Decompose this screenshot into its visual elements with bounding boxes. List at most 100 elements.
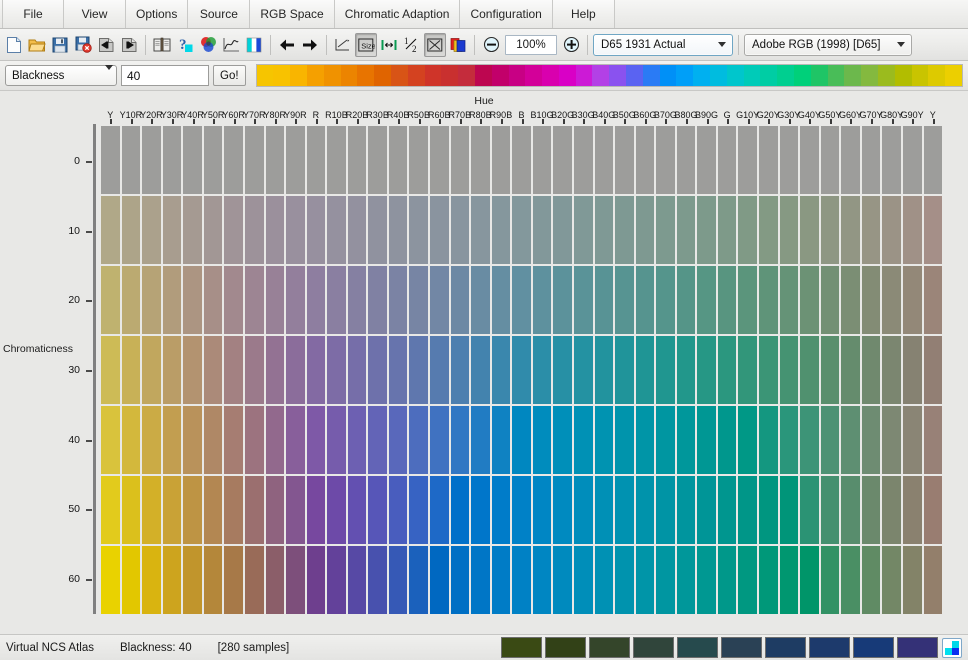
color-swatch[interactable] (430, 266, 449, 334)
color-swatch[interactable] (676, 126, 696, 194)
zoom-in-icon[interactable] (560, 33, 582, 57)
color-swatch[interactable] (142, 336, 161, 404)
color-swatch[interactable] (800, 266, 819, 334)
recent-color-swatches[interactable] (501, 637, 938, 659)
hue-strip-segment[interactable] (592, 65, 610, 86)
color-swatch[interactable] (697, 266, 716, 334)
color-swatch[interactable] (717, 336, 737, 404)
recent-color-swatch[interactable] (721, 637, 762, 658)
color-swatch[interactable] (800, 126, 819, 194)
hue-strip-segment[interactable] (407, 65, 425, 86)
hue-strip-segment[interactable] (676, 65, 694, 86)
color-swatch[interactable] (347, 546, 367, 614)
color-swatch[interactable] (368, 266, 387, 334)
color-swatch[interactable] (491, 196, 511, 264)
color-swatch[interactable] (635, 126, 655, 194)
color-swatch[interactable] (676, 546, 696, 614)
color-swatch[interactable] (841, 336, 860, 404)
color-picker-button[interactable] (942, 637, 962, 658)
color-swatch[interactable] (759, 336, 778, 404)
menu-view[interactable]: View (64, 0, 126, 28)
color-swatch[interactable] (882, 406, 901, 474)
color-swatch[interactable] (162, 196, 182, 264)
color-swatch[interactable] (306, 126, 326, 194)
color-swatch[interactable] (327, 406, 346, 474)
color-swatch[interactable] (388, 406, 408, 474)
color-swatch[interactable] (430, 476, 449, 544)
color-swatch[interactable] (615, 266, 634, 334)
hue-strip-segment[interactable] (626, 65, 643, 86)
color-swatch[interactable] (573, 336, 593, 404)
color-swatch[interactable] (409, 546, 428, 614)
color-swatch[interactable] (183, 546, 202, 614)
color-swatch[interactable] (265, 406, 285, 474)
color-bars-icon[interactable] (243, 33, 265, 57)
page-previous-icon[interactable] (95, 33, 117, 57)
hue-strip-segment[interactable] (878, 65, 895, 86)
hue-strip-segment[interactable] (945, 65, 963, 86)
color-swatch[interactable] (491, 126, 511, 194)
color-swatch[interactable] (162, 476, 182, 544)
color-swatch[interactable] (121, 336, 141, 404)
color-swatch[interactable] (430, 126, 449, 194)
color-swatch[interactable] (594, 336, 614, 404)
forward-arrow-icon[interactable] (299, 33, 321, 57)
color-swatch[interactable] (306, 406, 326, 474)
color-sample-grid[interactable] (100, 126, 943, 614)
color-swatch[interactable] (224, 406, 243, 474)
open-folder-icon[interactable] (26, 33, 48, 57)
color-swatch[interactable] (676, 336, 696, 404)
back-arrow-icon[interactable] (276, 33, 298, 57)
color-swatch[interactable] (203, 476, 223, 544)
color-swatch[interactable] (409, 126, 428, 194)
hue-strip-segment[interactable] (911, 65, 929, 86)
color-swatch[interactable] (861, 336, 881, 404)
color-swatch[interactable] (676, 476, 696, 544)
color-swatch[interactable] (327, 196, 346, 264)
recent-color-swatch[interactable] (765, 637, 806, 658)
color-swatch[interactable] (286, 546, 305, 614)
color-swatch[interactable] (717, 266, 737, 334)
hue-strip-segment[interactable] (290, 65, 307, 86)
color-swatch[interactable] (388, 336, 408, 404)
color-swatch[interactable] (409, 336, 428, 404)
color-swatch[interactable] (594, 126, 614, 194)
color-swatch[interactable] (306, 476, 326, 544)
color-swatch[interactable] (615, 126, 634, 194)
color-swatch[interactable] (306, 266, 326, 334)
color-swatch[interactable] (286, 196, 305, 264)
color-swatch[interactable] (306, 196, 326, 264)
color-swatch[interactable] (738, 196, 757, 264)
color-swatch[interactable] (882, 476, 901, 544)
color-swatch[interactable] (882, 196, 901, 264)
color-swatch[interactable] (861, 266, 881, 334)
hue-strip-segment[interactable] (458, 65, 475, 86)
color-swatch[interactable] (183, 336, 202, 404)
color-swatch[interactable] (183, 406, 202, 474)
color-swatch[interactable] (162, 336, 182, 404)
hue-strip-segment[interactable] (340, 65, 358, 86)
color-swatch[interactable] (142, 406, 161, 474)
color-swatch[interactable] (717, 546, 737, 614)
color-swatch[interactable] (183, 126, 202, 194)
color-swatch[interactable] (820, 546, 840, 614)
color-swatch[interactable] (759, 476, 778, 544)
color-swatch[interactable] (635, 546, 655, 614)
fit-size-icon[interactable]: Size (355, 32, 377, 57)
zoom-out-icon[interactable] (480, 33, 502, 57)
color-swatch[interactable] (882, 336, 901, 404)
color-swatch[interactable] (573, 266, 593, 334)
color-swatch[interactable] (717, 126, 737, 194)
hue-strip-segment[interactable] (491, 65, 509, 86)
color-swatch[interactable] (101, 196, 120, 264)
color-swatch[interactable] (471, 406, 490, 474)
color-swatch[interactable] (471, 126, 490, 194)
color-swatch[interactable] (800, 196, 819, 264)
color-swatch[interactable] (183, 476, 202, 544)
color-swatch[interactable] (491, 546, 511, 614)
color-swatch[interactable] (265, 336, 285, 404)
color-swatch[interactable] (532, 476, 552, 544)
color-swatch[interactable] (573, 546, 593, 614)
color-swatch[interactable] (203, 546, 223, 614)
color-swatch[interactable] (759, 126, 778, 194)
